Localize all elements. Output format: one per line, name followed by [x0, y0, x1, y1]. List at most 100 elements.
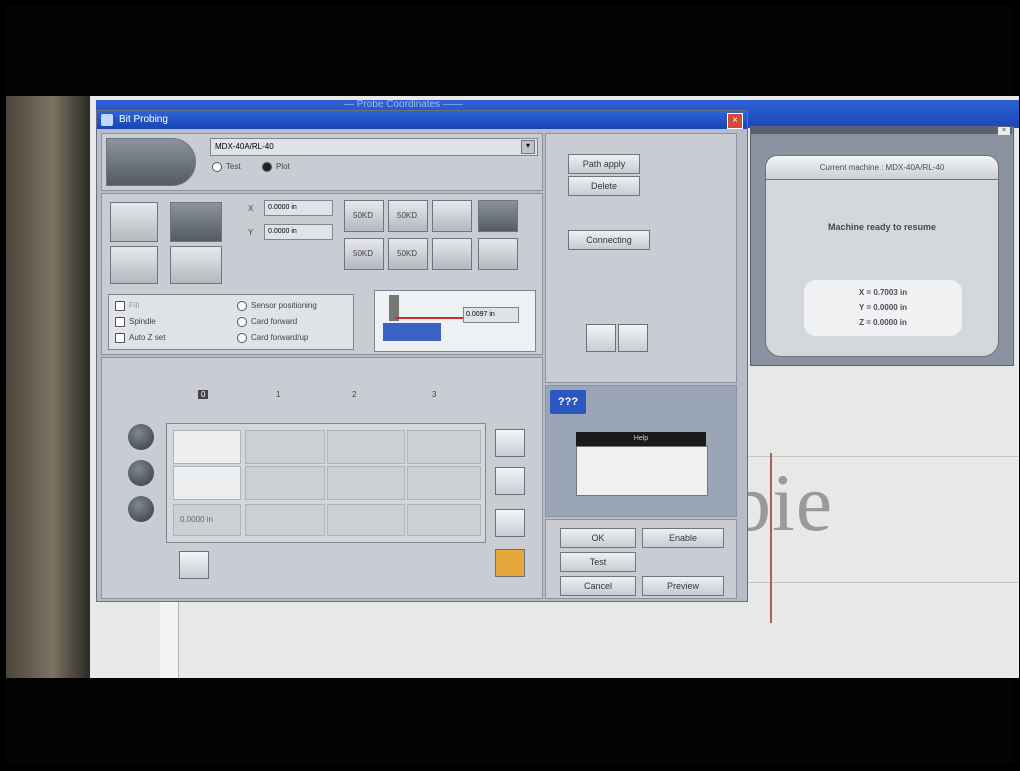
- radio-plot[interactable]: Plot: [262, 162, 290, 172]
- radio-selected-icon: [262, 162, 272, 172]
- sensor-option-2[interactable]: Card forward: [237, 317, 297, 327]
- y-field[interactable]: 0.0000 in: [264, 224, 333, 240]
- auto-z-option[interactable]: Auto Z set: [115, 333, 165, 343]
- grid-cell[interactable]: [327, 466, 405, 500]
- dialog-title-bar: Bit Probing ×: [97, 111, 747, 129]
- probe-point-icon[interactable]: [128, 460, 154, 486]
- grid-cell[interactable]: [407, 466, 481, 500]
- y-coordinate: Y = 0.0000 in: [858, 303, 908, 312]
- chevron-down-icon[interactable]: ▾: [521, 140, 535, 154]
- enable-button[interactable]: Enable: [642, 528, 724, 548]
- sensor-plate-icon: [383, 323, 441, 341]
- spindle-option[interactable]: Spindle: [115, 317, 156, 327]
- bit-probing-dialog: Bit Probing × MDX-40A/RL-40 ▾ Test Plot …: [96, 110, 748, 602]
- grid-cell[interactable]: [407, 504, 481, 536]
- auto-z-label: Auto Z set: [129, 333, 166, 343]
- x-coordinate: X = 0.7003 in: [858, 288, 908, 297]
- machine-status-window: Current machine : MDX-40A/RL-40 Machine …: [750, 126, 1014, 366]
- background-window-title: — Probe Coordinates ——: [344, 99, 463, 110]
- tile-c[interactable]: [432, 200, 472, 232]
- grid-cell[interactable]: [245, 430, 325, 464]
- ok-button[interactable]: OK: [560, 528, 636, 548]
- radio-test[interactable]: Test: [212, 162, 241, 172]
- tool-tile-2[interactable]: [170, 202, 222, 242]
- sensor-label-2: Card forward: [251, 317, 298, 327]
- tile-a-label: 50KD: [353, 211, 374, 220]
- options-group: Fill Spindle Auto Z set Sensor positioni…: [108, 294, 354, 350]
- grid-header-2: 2: [352, 390, 357, 399]
- radio-plot-label: Plot: [276, 162, 290, 172]
- grid-cell[interactable]: [407, 430, 481, 464]
- book-icon[interactable]: [618, 324, 648, 352]
- sensor-label-1: Sensor positioning: [251, 301, 317, 311]
- machine-close-button[interactable]: ×: [998, 127, 1010, 135]
- depth-field[interactable]: 0.0097 in: [463, 307, 519, 323]
- tile-e-label: 50KD: [353, 249, 374, 258]
- radio-test-label: Test: [226, 162, 241, 172]
- tool-tile-4[interactable]: [170, 246, 222, 284]
- sensor-option-1[interactable]: Sensor positioning: [237, 301, 317, 311]
- fill-option[interactable]: Fill: [115, 301, 139, 311]
- monitor-screen: bie — Probe Coordinates —— Bit Probing ×…: [90, 96, 1019, 678]
- checkbox-icon: [115, 333, 125, 343]
- move-icon[interactable]: [495, 467, 525, 495]
- tile-f-label: 50KD: [397, 249, 418, 258]
- hourglass-icon[interactable]: [179, 551, 209, 579]
- probe-diagram: 0.0097 in: [374, 290, 536, 352]
- grid-cell[interactable]: 0.0000 in: [173, 504, 241, 536]
- tile-b[interactable]: 50KD: [388, 200, 428, 232]
- grid-cell[interactable]: [245, 466, 325, 500]
- connecting-button[interactable]: Connecting: [568, 230, 650, 250]
- vertical-ruler: [160, 596, 179, 678]
- tile-h[interactable]: [478, 238, 518, 270]
- checkbox-icon: [115, 317, 125, 327]
- test-button[interactable]: Test: [560, 552, 636, 572]
- path-apply-button[interactable]: Path apply: [568, 154, 640, 174]
- grid-cell[interactable]: [245, 504, 325, 536]
- tool-tile-3[interactable]: [110, 246, 158, 284]
- grid-header-1: 1: [276, 390, 281, 399]
- probe-settings-panel: X 0.0000 in Y 0.0000 in 50KD 50KD 50KD 5…: [101, 193, 543, 355]
- grid-cell[interactable]: [173, 466, 241, 500]
- dialog-title: Bit Probing: [119, 114, 168, 125]
- probe-point-icon[interactable]: [128, 424, 154, 450]
- preview-button[interactable]: Preview: [642, 576, 724, 596]
- y-label: Y: [248, 228, 254, 237]
- depth-icon[interactable]: [128, 496, 154, 522]
- machine-status-body: Machine ready to resume X = 0.7003 in Y …: [765, 179, 999, 357]
- probe-grid: 0.0000 in: [166, 423, 486, 543]
- help-text-area: [576, 446, 708, 496]
- sensor-label-3: Card forward/up: [251, 333, 309, 343]
- tile-f[interactable]: 50KD: [388, 238, 428, 270]
- photo-scene: bie — Probe Coordinates —— Bit Probing ×…: [6, 96, 1019, 678]
- coordinate-readout: X = 0.7003 in Y = 0.0000 in Z = 0.0000 i…: [804, 280, 962, 336]
- delete-button[interactable]: Delete: [568, 176, 640, 196]
- machine-panel: MDX-40A/RL-40 ▾ Test Plot: [101, 133, 543, 191]
- machine-combo-value: MDX-40A/RL-40: [215, 142, 274, 151]
- grid-cell[interactable]: [173, 430, 241, 464]
- grid-header-3: 3: [432, 390, 437, 399]
- sensor-option-3[interactable]: Card forward/up: [237, 333, 308, 343]
- globe-icon[interactable]: [586, 324, 616, 352]
- tile-g[interactable]: [432, 238, 472, 270]
- document-guide-line: [730, 582, 1019, 583]
- machine-combo[interactable]: MDX-40A/RL-40 ▾: [210, 138, 538, 156]
- tool-icon[interactable]: [495, 509, 525, 537]
- z-coordinate: Z = 0.0000 in: [859, 318, 907, 327]
- grid-depth-value: 0.0000 in: [180, 515, 213, 524]
- close-button[interactable]: ×: [727, 113, 743, 129]
- warning-icon[interactable]: [495, 549, 525, 577]
- grid-cell[interactable]: [327, 430, 405, 464]
- right-actions-panel: Path apply Delete Connecting: [545, 133, 737, 383]
- tool-tile-1[interactable]: [110, 202, 158, 242]
- machine-window-titlebar: [750, 126, 1012, 134]
- machine-status-text: Machine ready to resume: [827, 222, 937, 232]
- globe-icon[interactable]: [495, 429, 525, 457]
- x-field[interactable]: 0.0000 in: [264, 200, 333, 216]
- tile-e[interactable]: 50KD: [344, 238, 384, 270]
- spindle-label: Spindle: [129, 317, 156, 327]
- tile-a[interactable]: 50KD: [344, 200, 384, 232]
- cancel-button[interactable]: Cancel: [560, 576, 636, 596]
- tile-d[interactable]: [478, 200, 518, 232]
- grid-cell[interactable]: [327, 504, 405, 536]
